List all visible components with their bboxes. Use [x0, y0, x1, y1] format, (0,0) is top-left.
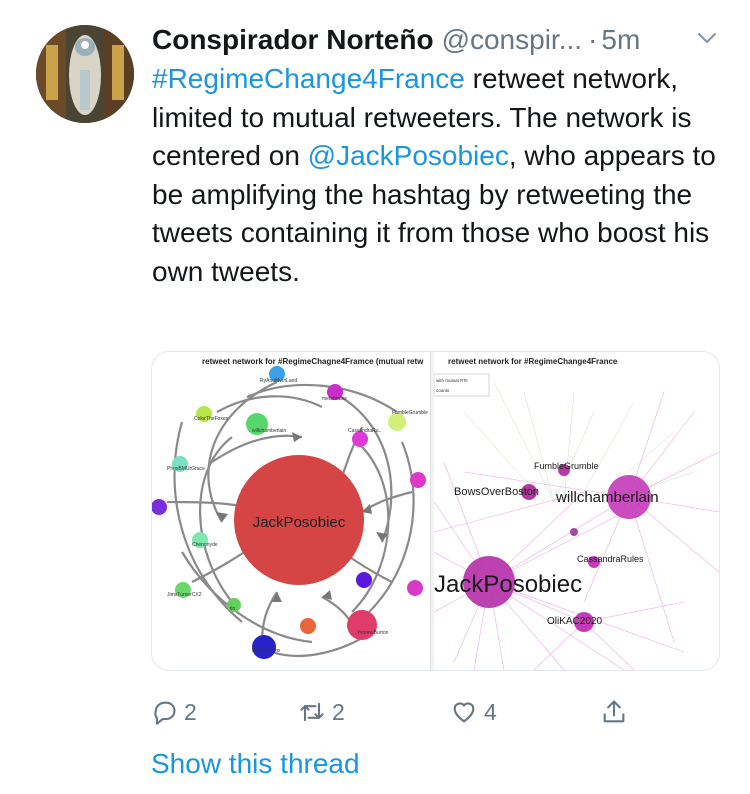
share-button[interactable]	[600, 693, 634, 731]
right-legend-line1: with mutual RTs	[436, 378, 468, 383]
author-handle[interactable]: @conspir...	[442, 24, 582, 55]
right-node-label: willchamberlain	[555, 489, 659, 506]
right-node-label: CassandraRules	[577, 554, 644, 564]
left-node-label: PhnxBMUrGrace	[167, 466, 205, 472]
like-button[interactable]: 4	[450, 693, 497, 731]
left-node-label: Chenonyde	[192, 542, 218, 548]
right-node-label: FumbleGrumble	[534, 461, 599, 471]
share-icon	[603, 700, 625, 723]
avatar-image	[36, 25, 134, 123]
retweet-icon	[300, 702, 324, 722]
left-node-label: tin	[230, 606, 236, 612]
left-node-label: willchamberlain	[252, 428, 286, 434]
tweet-text: #RegimeChange4France retweet network, li…	[152, 60, 732, 291]
left-node-label: metabrainz	[322, 396, 347, 402]
tweet-header: Conspirador Norteño @conspir... · 5m	[152, 22, 732, 62]
left-node-label: FumbleGrumble	[392, 410, 428, 416]
hashtag-link[interactable]: #RegimeChange4France	[152, 63, 465, 94]
separator-dot: ·	[588, 24, 598, 55]
media-image-right[interactable]: with mutual RTs counts FumbleGrumble Bow…	[434, 352, 719, 670]
timestamp[interactable]: 5m	[601, 24, 640, 55]
media-image-left[interactable]: retweet network for #RegimeChagne4Framce…	[152, 352, 430, 670]
tweet-actions: 2 2 4	[150, 693, 650, 733]
right-network-graph: with mutual RTs counts FumbleGrumble Bow…	[434, 352, 719, 670]
right-node-label: JackPosobiec	[434, 571, 582, 598]
mention-link[interactable]: @JackPosobiec	[308, 140, 509, 171]
heart-icon	[453, 702, 475, 723]
reply-button[interactable]: 2	[150, 693, 197, 731]
retweet-button[interactable]: 2	[298, 693, 345, 731]
show-thread-link[interactable]: Show this thread	[151, 748, 360, 780]
retweet-count: 2	[332, 698, 345, 725]
reply-count: 2	[184, 698, 197, 725]
avatar[interactable]	[36, 25, 134, 123]
left-network-graph: JackPosobiec willchamberlain CassandraRu…	[152, 366, 428, 659]
left-node-label: JimsTurnerCX2	[167, 592, 202, 598]
left-node-label: ColorTheFoxes	[194, 416, 229, 422]
right-node-label: BowsOverBoston	[454, 486, 539, 498]
like-count: 4	[484, 698, 497, 725]
right-legend-line2: counts	[436, 388, 450, 393]
left-node-label: RyAnuMvrnLand	[260, 378, 297, 384]
reply-icon	[154, 701, 176, 725]
right-node-label: OliKAC2020	[547, 616, 602, 627]
author-name[interactable]: Conspirador Norteño	[152, 24, 434, 55]
chevron-down-icon[interactable]	[696, 30, 718, 46]
left-node-label: CassandraRu..	[348, 428, 381, 434]
left-node-label: YvonneBurton	[357, 630, 389, 636]
left-node-label: BobertoZero	[252, 648, 280, 654]
tweet-media[interactable]: retweet network for #RegimeChagne4Framce…	[151, 351, 720, 671]
left-center-label: JackPosobiec	[253, 514, 346, 531]
right-image-title: retweet network for #RegimeChange4France	[448, 357, 618, 366]
